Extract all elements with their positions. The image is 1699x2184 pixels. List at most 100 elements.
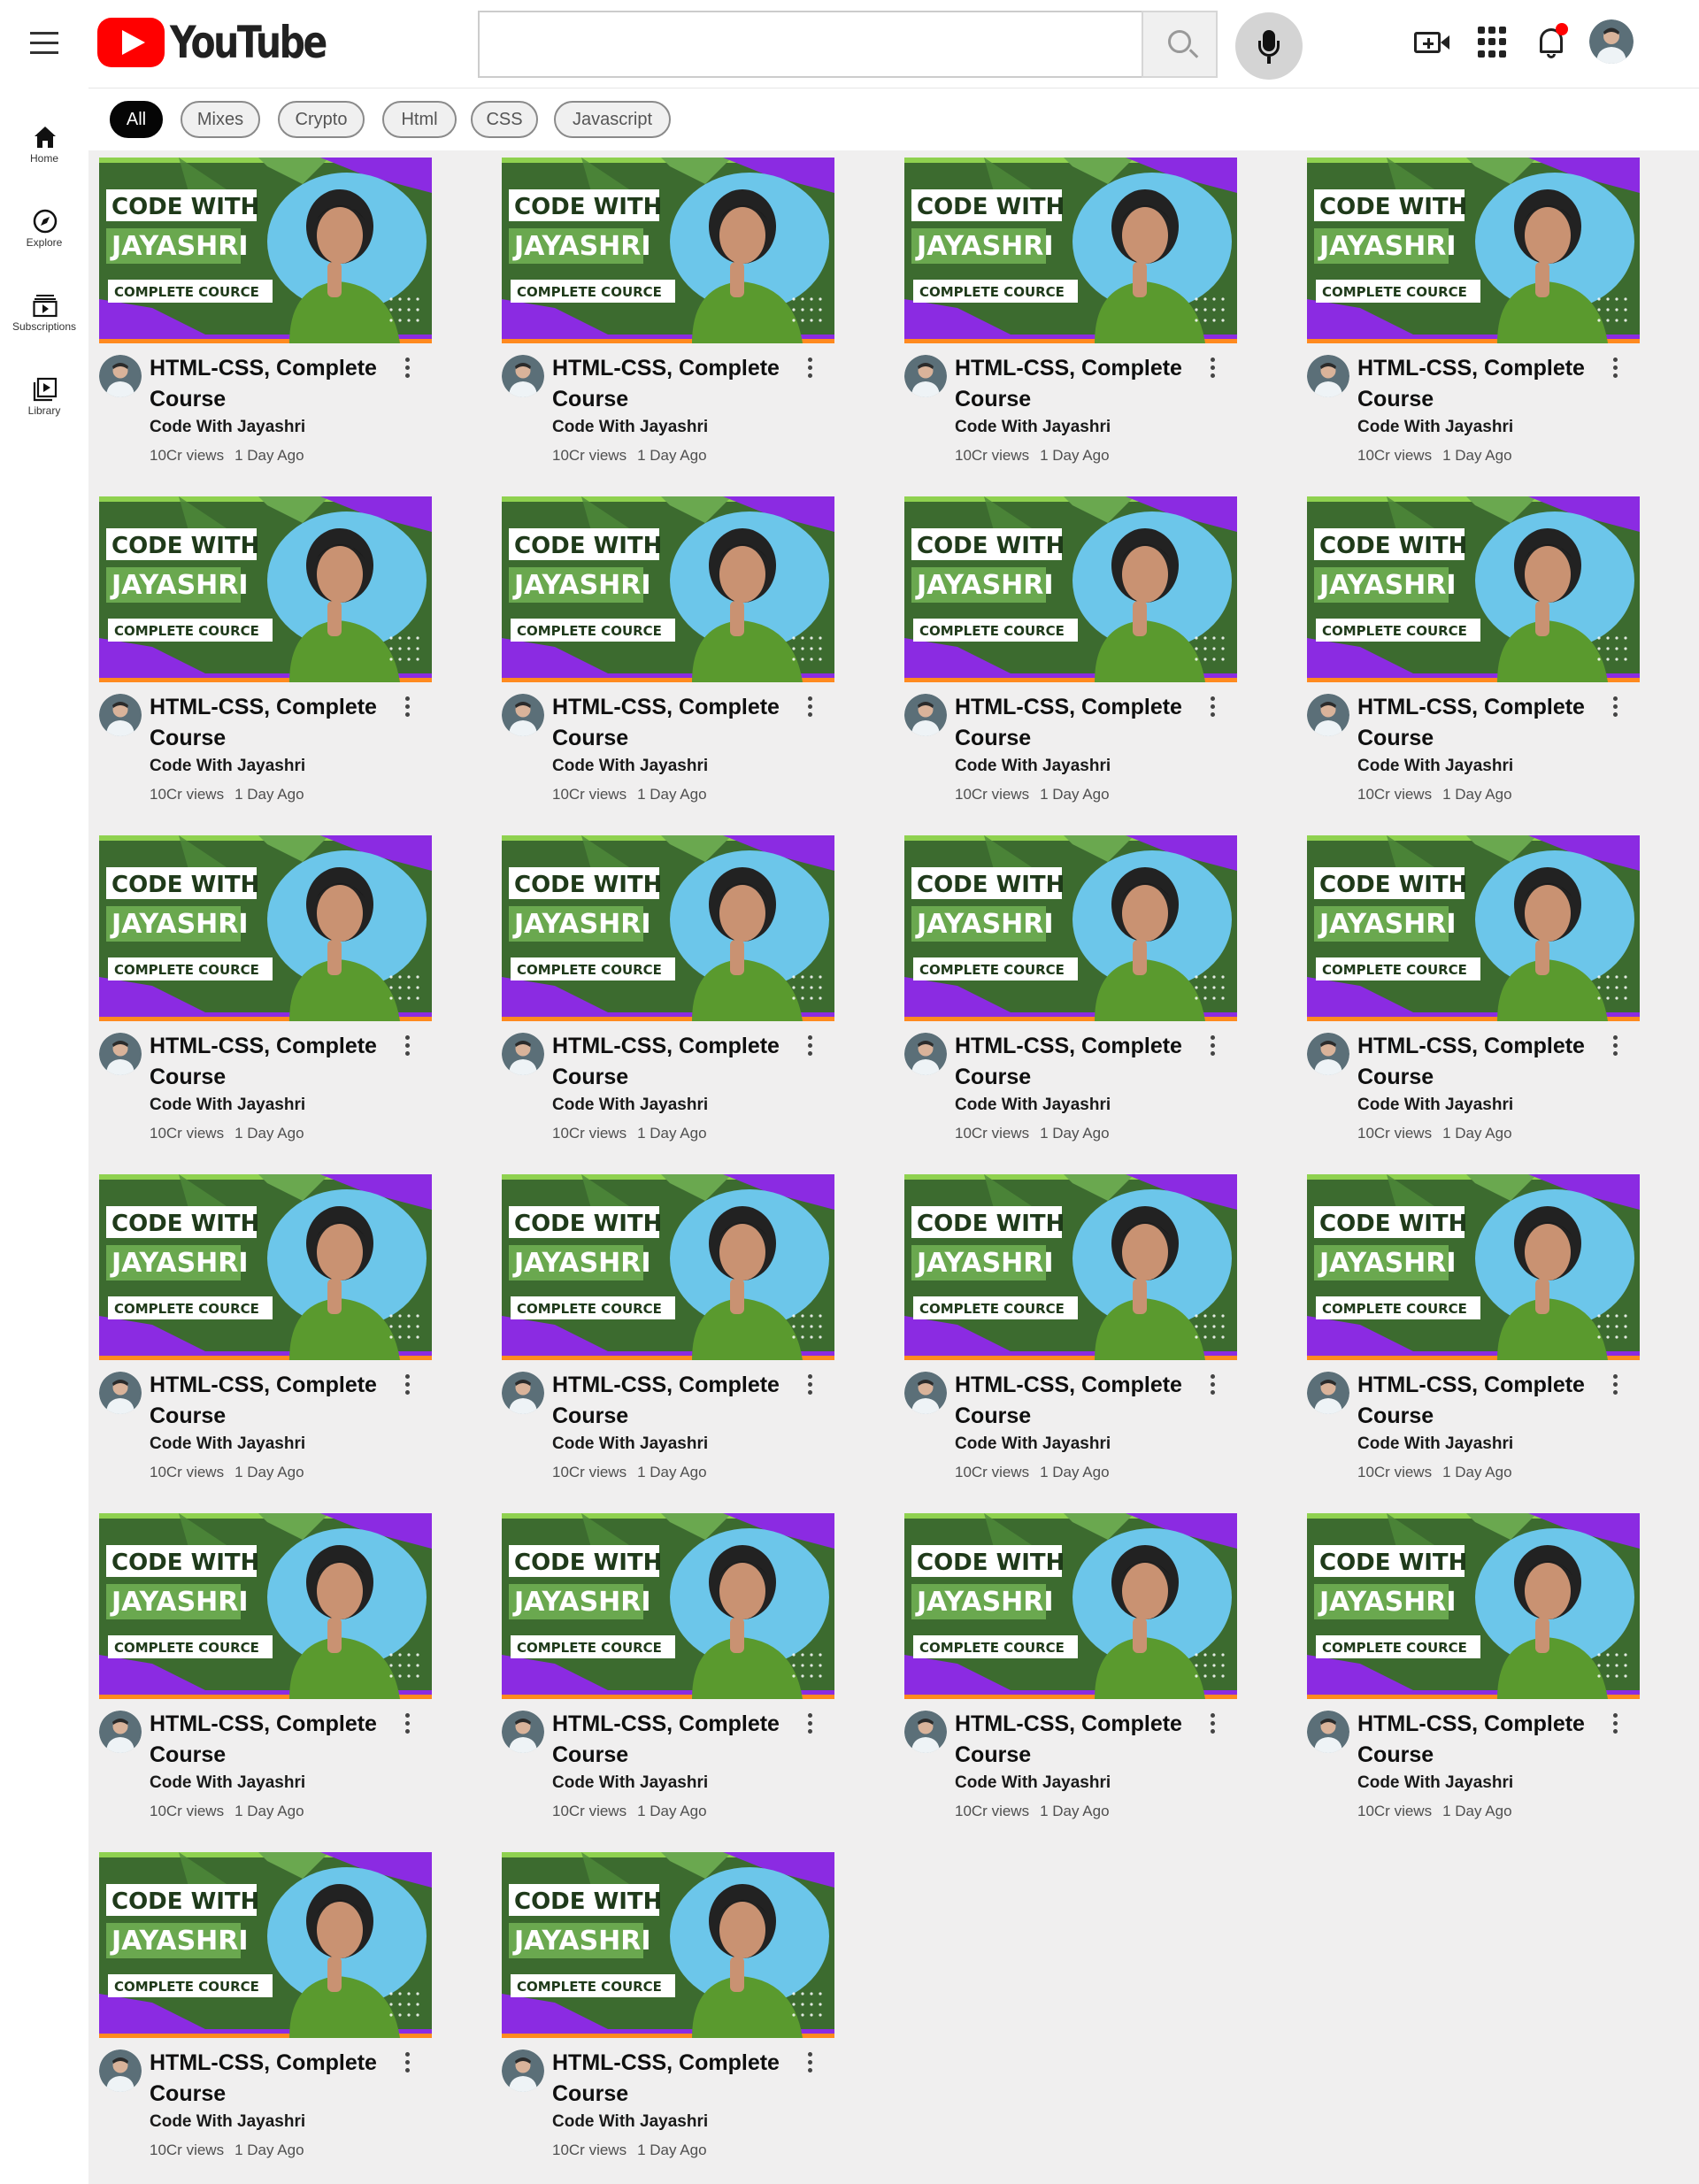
- channel-avatar[interactable]: [1307, 1372, 1349, 1414]
- video-card[interactable]: CODE WITH JAYASHRI COMPLETE COURCE HTML-…: [1296, 488, 1640, 815]
- channel-avatar[interactable]: [904, 355, 947, 397]
- chip-all[interactable]: All: [110, 101, 163, 138]
- video-thumbnail[interactable]: CODE WITH JAYASHRI COMPLETE COURCE: [502, 158, 834, 343]
- channel-avatar[interactable]: [1307, 1711, 1349, 1753]
- more-options-icon[interactable]: [402, 1035, 412, 1058]
- more-options-icon[interactable]: [804, 1713, 815, 1736]
- chip-javascript[interactable]: Javascript: [554, 101, 671, 138]
- channel-avatar[interactable]: [1307, 355, 1349, 397]
- channel-name[interactable]: Code With Jayashri: [1357, 418, 1513, 437]
- create-video-icon[interactable]: [1412, 25, 1451, 60]
- more-options-icon[interactable]: [1207, 358, 1218, 381]
- channel-name[interactable]: Code With Jayashri: [552, 757, 708, 776]
- video-thumbnail[interactable]: CODE WITH JAYASHRI COMPLETE COURCE: [1307, 835, 1640, 1021]
- video-card[interactable]: CODE WITH JAYASHRI COMPLETE COURCE HTML-…: [491, 1165, 834, 1493]
- channel-avatar[interactable]: [904, 1372, 947, 1414]
- channel-avatar[interactable]: [904, 1033, 947, 1075]
- channel-name[interactable]: Code With Jayashri: [150, 1434, 305, 1454]
- video-title[interactable]: HTML-CSS, Complete Course: [552, 692, 782, 754]
- video-card[interactable]: CODE WITH JAYASHRI COMPLETE COURCE HTML-…: [894, 488, 1237, 815]
- video-title[interactable]: HTML-CSS, Complete Course: [1357, 1709, 1588, 1771]
- channel-avatar[interactable]: [99, 1711, 142, 1753]
- sidebar-item-explore[interactable]: Explore: [0, 190, 88, 261]
- video-title[interactable]: HTML-CSS, Complete Course: [150, 692, 380, 754]
- video-card[interactable]: CODE WITH JAYASHRI COMPLETE COURCE HTML-…: [894, 1165, 1237, 1493]
- more-options-icon[interactable]: [1610, 358, 1620, 381]
- more-options-icon[interactable]: [402, 2052, 412, 2075]
- youtube-logo[interactable]: YouTube: [97, 16, 359, 69]
- channel-name[interactable]: Code With Jayashri: [955, 757, 1111, 776]
- video-card[interactable]: CODE WITH JAYASHRI COMPLETE COURCE HTML-…: [88, 827, 432, 1154]
- channel-avatar[interactable]: [502, 1033, 544, 1075]
- video-card[interactable]: CODE WITH JAYASHRI COMPLETE COURCE HTML-…: [491, 827, 834, 1154]
- video-thumbnail[interactable]: CODE WITH JAYASHRI COMPLETE COURCE: [904, 1513, 1237, 1699]
- video-title[interactable]: HTML-CSS, Complete Course: [1357, 1370, 1588, 1432]
- video-thumbnail[interactable]: CODE WITH JAYASHRI COMPLETE COURCE: [904, 1174, 1237, 1360]
- notifications-icon[interactable]: [1534, 23, 1570, 62]
- video-thumbnail[interactable]: CODE WITH JAYASHRI COMPLETE COURCE: [502, 1174, 834, 1360]
- video-title[interactable]: HTML-CSS, Complete Course: [150, 1709, 380, 1771]
- channel-avatar[interactable]: [99, 1033, 142, 1075]
- sidebar-item-library[interactable]: Library: [0, 358, 88, 429]
- channel-name[interactable]: Code With Jayashri: [150, 1773, 305, 1793]
- video-card[interactable]: CODE WITH JAYASHRI COMPLETE COURCE HTML-…: [88, 1843, 432, 2171]
- channel-avatar[interactable]: [99, 2049, 142, 2092]
- channel-name[interactable]: Code With Jayashri: [150, 1096, 305, 1115]
- video-thumbnail[interactable]: CODE WITH JAYASHRI COMPLETE COURCE: [99, 1852, 432, 2038]
- video-title[interactable]: HTML-CSS, Complete Course: [955, 1370, 1185, 1432]
- more-options-icon[interactable]: [1207, 1035, 1218, 1058]
- more-options-icon[interactable]: [1207, 1713, 1218, 1736]
- video-card[interactable]: CODE WITH JAYASHRI COMPLETE COURCE HTML-…: [1296, 827, 1640, 1154]
- menu-icon[interactable]: [25, 32, 64, 67]
- video-title[interactable]: HTML-CSS, Complete Course: [552, 1031, 782, 1093]
- video-thumbnail[interactable]: CODE WITH JAYASHRI COMPLETE COURCE: [904, 835, 1237, 1021]
- video-thumbnail[interactable]: CODE WITH JAYASHRI COMPLETE COURCE: [502, 496, 834, 682]
- more-options-icon[interactable]: [804, 1035, 815, 1058]
- chip-crypto[interactable]: Crypto: [278, 101, 365, 138]
- more-options-icon[interactable]: [1610, 1374, 1620, 1397]
- video-thumbnail[interactable]: CODE WITH JAYASHRI COMPLETE COURCE: [99, 158, 432, 343]
- video-thumbnail[interactable]: CODE WITH JAYASHRI COMPLETE COURCE: [904, 496, 1237, 682]
- video-title[interactable]: HTML-CSS, Complete Course: [955, 1709, 1185, 1771]
- channel-name[interactable]: Code With Jayashri: [552, 418, 708, 437]
- video-card[interactable]: CODE WITH JAYASHRI COMPLETE COURCE HTML-…: [894, 1504, 1237, 1832]
- more-options-icon[interactable]: [1207, 1374, 1218, 1397]
- sidebar-item-subscriptions[interactable]: Subscriptions: [0, 274, 88, 345]
- channel-avatar[interactable]: [1307, 694, 1349, 736]
- more-options-icon[interactable]: [1610, 1035, 1620, 1058]
- video-card[interactable]: CODE WITH JAYASHRI COMPLETE COURCE HTML-…: [88, 1165, 432, 1493]
- more-options-icon[interactable]: [804, 358, 815, 381]
- channel-name[interactable]: Code With Jayashri: [150, 757, 305, 776]
- video-title[interactable]: HTML-CSS, Complete Course: [955, 353, 1185, 415]
- channel-name[interactable]: Code With Jayashri: [955, 1773, 1111, 1793]
- video-thumbnail[interactable]: CODE WITH JAYASHRI COMPLETE COURCE: [1307, 158, 1640, 343]
- video-thumbnail[interactable]: CODE WITH JAYASHRI COMPLETE COURCE: [99, 1174, 432, 1360]
- channel-avatar[interactable]: [502, 2049, 544, 2092]
- channel-name[interactable]: Code With Jayashri: [1357, 1434, 1513, 1454]
- chip-html[interactable]: Html: [382, 101, 457, 138]
- video-title[interactable]: HTML-CSS, Complete Course: [552, 353, 782, 415]
- video-title[interactable]: HTML-CSS, Complete Course: [552, 2048, 782, 2110]
- video-card[interactable]: CODE WITH JAYASHRI COMPLETE COURCE HTML-…: [491, 149, 834, 476]
- search-input[interactable]: [478, 11, 1142, 78]
- channel-avatar[interactable]: [502, 1711, 544, 1753]
- channel-avatar[interactable]: [502, 1372, 544, 1414]
- video-title[interactable]: HTML-CSS, Complete Course: [150, 353, 380, 415]
- apps-icon[interactable]: [1478, 27, 1510, 58]
- channel-name[interactable]: Code With Jayashri: [150, 418, 305, 437]
- video-title[interactable]: HTML-CSS, Complete Course: [150, 2048, 380, 2110]
- video-title[interactable]: HTML-CSS, Complete Course: [955, 692, 1185, 754]
- sidebar-item-home[interactable]: Home: [0, 106, 88, 177]
- video-card[interactable]: CODE WITH JAYASHRI COMPLETE COURCE HTML-…: [1296, 1504, 1640, 1832]
- video-thumbnail[interactable]: CODE WITH JAYASHRI COMPLETE COURCE: [502, 835, 834, 1021]
- video-thumbnail[interactable]: CODE WITH JAYASHRI COMPLETE COURCE: [99, 496, 432, 682]
- channel-avatar[interactable]: [502, 355, 544, 397]
- video-card[interactable]: CODE WITH JAYASHRI COMPLETE COURCE HTML-…: [88, 488, 432, 815]
- channel-avatar[interactable]: [1307, 1033, 1349, 1075]
- video-card[interactable]: CODE WITH JAYASHRI COMPLETE COURCE HTML-…: [88, 1504, 432, 1832]
- video-title[interactable]: HTML-CSS, Complete Course: [552, 1709, 782, 1771]
- channel-avatar[interactable]: [99, 355, 142, 397]
- video-card[interactable]: CODE WITH JAYASHRI COMPLETE COURCE HTML-…: [894, 827, 1237, 1154]
- channel-name[interactable]: Code With Jayashri: [955, 418, 1111, 437]
- channel-name[interactable]: Code With Jayashri: [955, 1434, 1111, 1454]
